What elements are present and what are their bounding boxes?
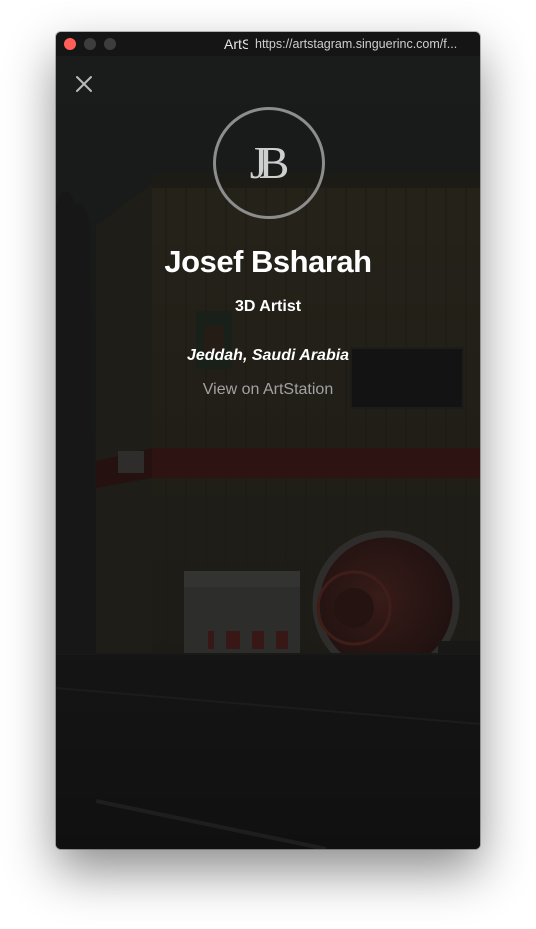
app-window: ArtS https://artstagram.singuerinc.com/f… xyxy=(56,32,480,849)
window-close-button[interactable] xyxy=(64,38,76,50)
close-button[interactable] xyxy=(72,72,96,96)
artist-headline: 3D Artist xyxy=(234,298,302,315)
artist-name: Josef Bsharah xyxy=(164,244,372,279)
window-title: ArtS xyxy=(224,36,248,52)
view-on-artstation-link[interactable]: View on ArtStation xyxy=(56,380,480,400)
artist-location: Jeddah, Saudi Arabia xyxy=(186,347,350,364)
address-url: https://artstagram.singuerinc.com/f... xyxy=(255,37,458,51)
window-minimize-button[interactable] xyxy=(84,38,96,50)
window-zoom-button[interactable] xyxy=(104,38,116,50)
avatar-monogram: JB xyxy=(249,137,290,188)
close-icon xyxy=(76,76,92,92)
profile-view: JB Josef Bsharah 3D Artist Jeddah, Saudi… xyxy=(56,56,480,849)
title-bar: ArtS https://artstagram.singuerinc.com/f… xyxy=(56,32,480,56)
avatar: JB xyxy=(213,107,325,219)
